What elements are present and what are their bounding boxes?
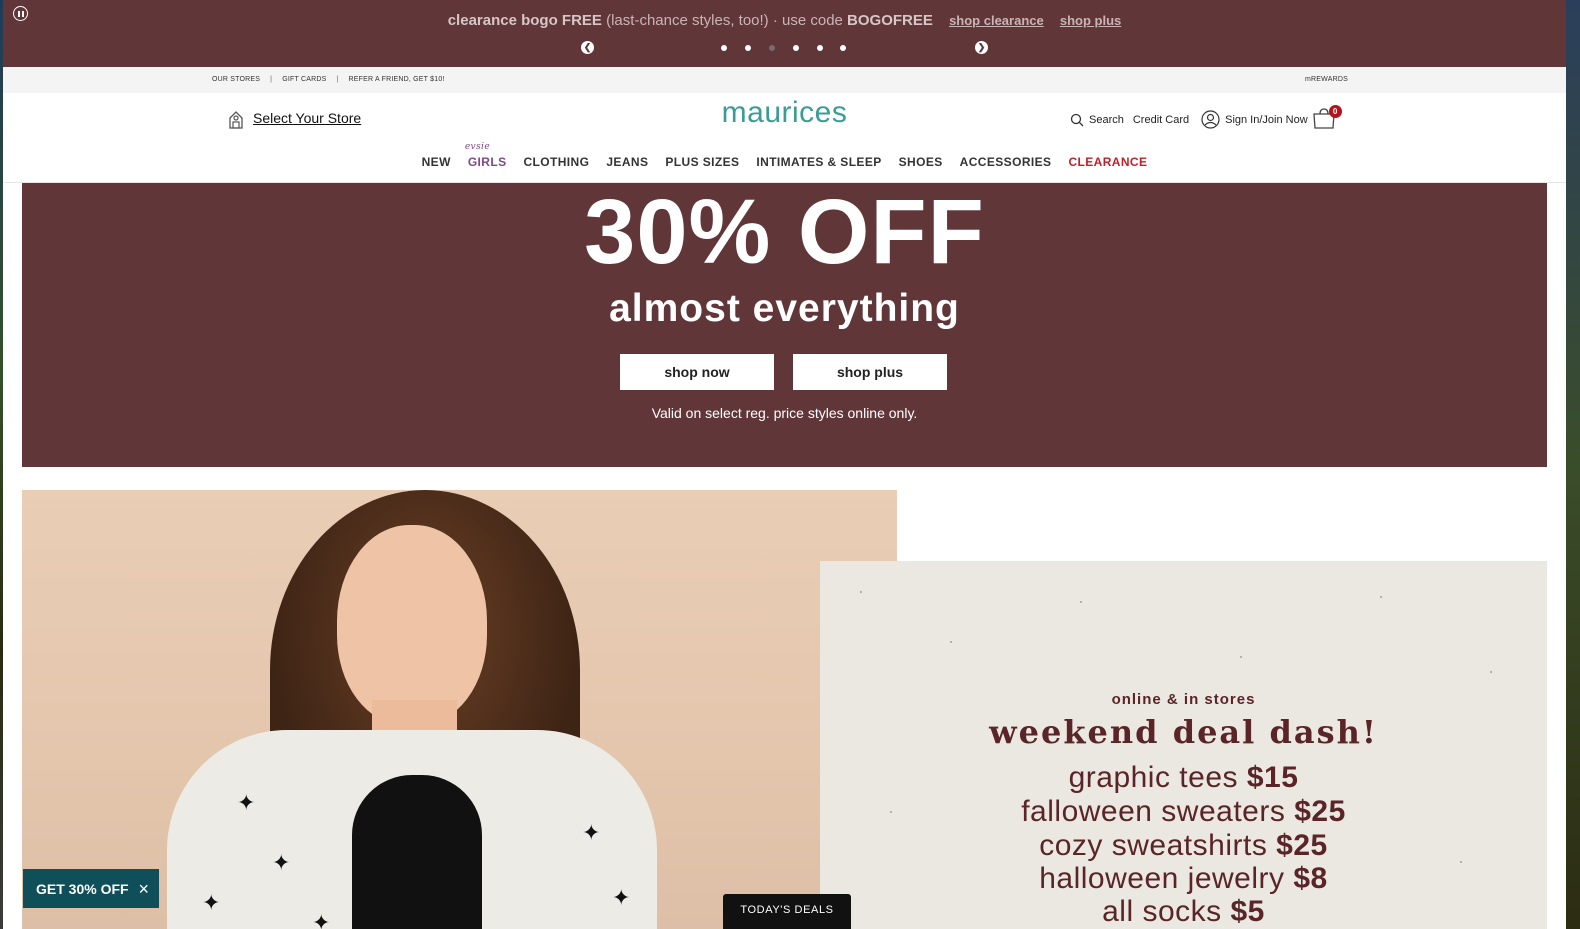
search-icon <box>1070 113 1084 126</box>
deal-item: graphic tees <box>1068 761 1239 794</box>
texture-speck <box>1240 656 1242 658</box>
texture-speck <box>1080 601 1082 603</box>
deal-headline: weekend deal dash! <box>989 713 1378 751</box>
search-label: Search <box>1089 113 1124 126</box>
evsie-badge: evsie <box>464 142 491 152</box>
bat-print: ✦ <box>272 850 291 875</box>
bat-print: ✦ <box>237 790 256 815</box>
deal-line: cozy sweatshirts $25 <box>820 829 1547 863</box>
hero-subhead: almost everything <box>609 287 960 330</box>
model-photo[interactable]: ✦ ✦ ✦ ✦ ✦ ✦ <box>22 490 897 929</box>
texture-speck <box>1380 596 1382 598</box>
nav-girls[interactable]: evsie GIRLS <box>465 142 507 169</box>
hero-banner: 30% OFF almost everything shop now shop … <box>22 183 1547 467</box>
sign-in-label: Sign In/Join Now <box>1225 113 1308 126</box>
deal-price: $5 <box>1230 895 1265 928</box>
photo-tank-top <box>352 775 482 929</box>
promo-lead: clearance bogo FREE <box>447 12 602 29</box>
browser-frame: clearance bogo FREE (last-chance styles,… <box>0 0 1580 929</box>
cart-button[interactable]: 0 <box>1312 105 1342 132</box>
cart-count-badge: 0 <box>1328 105 1342 118</box>
credit-card-label: Credit Card <box>1132 113 1190 126</box>
nav-new[interactable]: NEW <box>422 155 451 169</box>
nav-accessories[interactable]: ACCESSORIES <box>960 155 1052 169</box>
promo-code: BOGOFREE <box>847 12 933 29</box>
shop-plus-link[interactable]: shop plus <box>1060 13 1121 28</box>
bat-print: ✦ <box>312 910 331 929</box>
get-30-off-tab[interactable]: GET 30% OFF × <box>23 869 159 908</box>
web-page: clearance bogo FREE (last-chance styles,… <box>3 0 1566 929</box>
shop-plus-button[interactable]: shop plus <box>793 354 947 390</box>
desktop-edge-right <box>1566 0 1580 929</box>
deal-item: halloween jewelry <box>1039 862 1285 895</box>
search-button[interactable]: Search <box>1070 113 1124 127</box>
site-header: Select Your Store maurices Search Credit… <box>3 93 1566 183</box>
nav-girls-label: GIRLS <box>467 155 507 169</box>
gift-cards-link[interactable]: GIFT CARDS <box>282 76 326 83</box>
bat-print: ✦ <box>202 890 221 915</box>
close-icon[interactable]: × <box>138 879 149 900</box>
bat-print: ✦ <box>582 820 601 845</box>
nav-clearance[interactable]: CLEARANCE <box>1068 155 1147 169</box>
todays-deals-tab[interactable]: TODAY'S DEALS <box>723 894 851 929</box>
texture-speck <box>950 641 952 643</box>
nav-intimates-sleep[interactable]: INTIMATES & SLEEP <box>756 155 881 169</box>
deal-price: $25 <box>1276 829 1328 862</box>
shop-now-button[interactable]: shop now <box>620 354 774 390</box>
main-nav: NEW evsie GIRLS CLOTHING JEANS PLUS SIZE… <box>3 142 1566 169</box>
nav-shoes[interactable]: SHOES <box>899 155 943 169</box>
chevron-left-icon[interactable]: ❮ <box>581 41 594 54</box>
photo-face <box>337 525 487 725</box>
carousel-dot-6[interactable] <box>840 45 846 51</box>
chevron-right-icon[interactable]: ❯ <box>975 41 988 54</box>
refer-friend-link[interactable]: REFER A FRIEND, GET $10! <box>348 76 444 83</box>
deal-dash-panel[interactable]: online & in stores weekend deal dash! gr… <box>820 561 1547 929</box>
deal-price: $8 <box>1293 862 1328 895</box>
hero-headline: 30% OFF <box>584 181 985 283</box>
promo-middle: (last-chance styles, too!) · use code <box>601 12 848 29</box>
utility-bar: OUR STORES | GIFT CARDS | REFER A FRIEND… <box>3 67 1566 93</box>
deal-item: cozy sweatshirts <box>1039 829 1268 862</box>
deal-price: $25 <box>1294 795 1346 828</box>
separator: | <box>336 76 339 83</box>
nav-plus-sizes[interactable]: PLUS SIZES <box>665 155 739 169</box>
deal-item: all socks <box>1102 895 1222 928</box>
credit-card-link[interactable]: Credit Card <box>1133 114 1189 126</box>
deal-line: graphic tees $15 <box>820 761 1547 795</box>
deal-price: $15 <box>1246 761 1299 794</box>
deal-line: all socks $5 <box>820 895 1547 929</box>
bat-print: ✦ <box>612 885 631 910</box>
deal-line: halloween jewelry $8 <box>820 862 1547 896</box>
nav-jeans[interactable]: JEANS <box>606 155 648 169</box>
promo-bar: clearance bogo FREE (last-chance styles,… <box>3 0 1566 67</box>
nav-clothing[interactable]: CLOTHING <box>523 155 589 169</box>
our-stores-link[interactable]: OUR STORES <box>212 76 260 83</box>
sign-in-button[interactable]: Sign In/Join Now <box>1201 110 1308 129</box>
carousel-dot-4[interactable] <box>793 45 799 51</box>
deal-line: falloween sweaters $25 <box>820 795 1547 829</box>
texture-speck <box>1490 671 1492 673</box>
header-actions: Search Credit Card Sign In/Join Now 0 <box>1070 105 1342 132</box>
carousel-dot-2[interactable] <box>745 45 751 51</box>
user-icon <box>1201 110 1220 129</box>
carousel-dot-1[interactable] <box>721 45 727 51</box>
carousel-dot-3[interactable] <box>769 45 775 51</box>
hero-disclaimer: Valid on select reg. price styles online… <box>651 405 918 421</box>
separator: | <box>270 76 273 83</box>
promo-message: clearance bogo FREE (last-chance styles,… <box>3 12 1566 29</box>
carousel-dot-5[interactable] <box>817 45 823 51</box>
deal-kicker: online & in stores <box>1111 691 1256 708</box>
mrewards-link[interactable]: mREWARDS <box>1305 76 1348 83</box>
shop-clearance-link[interactable]: shop clearance <box>949 13 1044 28</box>
offer-label: GET 30% OFF <box>36 880 129 897</box>
texture-speck <box>860 591 862 593</box>
deal-item: falloween sweaters <box>1021 795 1286 828</box>
